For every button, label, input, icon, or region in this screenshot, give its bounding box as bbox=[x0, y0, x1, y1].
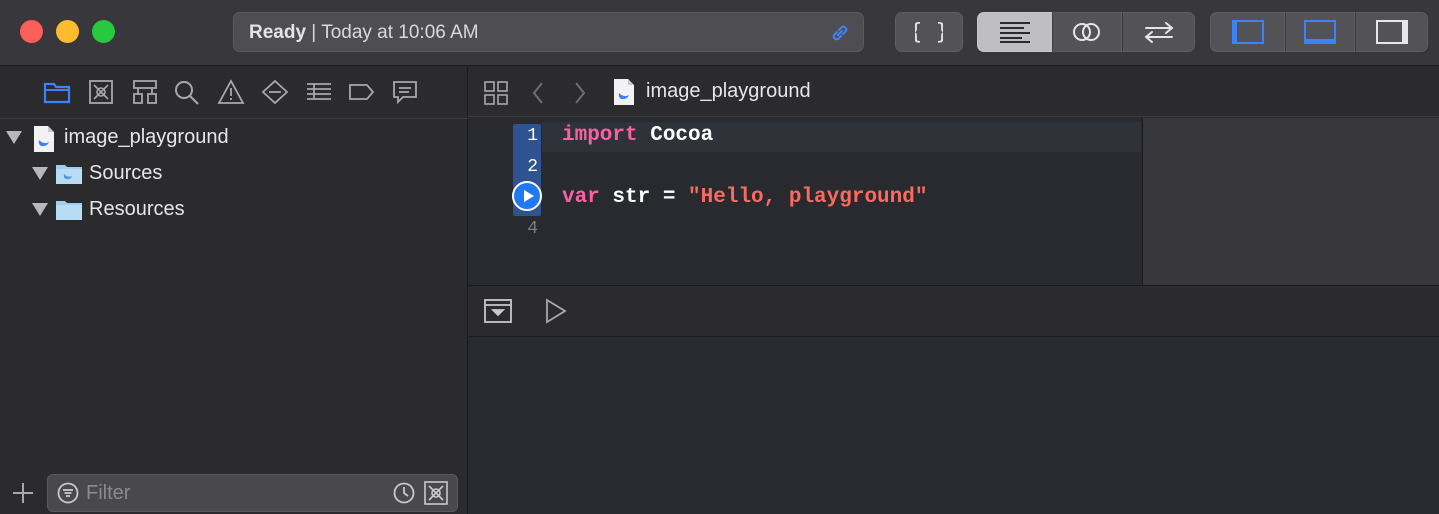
filter-field[interactable] bbox=[47, 474, 458, 512]
tree-item-label: Sources bbox=[89, 162, 163, 184]
clock-icon[interactable] bbox=[393, 482, 415, 504]
close-window-button[interactable] bbox=[20, 20, 43, 43]
link-icon[interactable] bbox=[829, 22, 851, 44]
tab-test-navigator[interactable] bbox=[260, 79, 290, 107]
navigator-footer bbox=[0, 468, 468, 514]
activity-status: Ready | Today at 10:06 AM bbox=[249, 22, 479, 44]
activity-status-bold: Ready bbox=[249, 22, 307, 43]
debug-navigator-icon bbox=[307, 83, 331, 100]
swift-file-icon bbox=[34, 126, 54, 152]
show-utilities-button[interactable] bbox=[1355, 12, 1428, 52]
folder-icon bbox=[56, 165, 82, 184]
activity-separator: | bbox=[306, 22, 322, 43]
show-navigator-button[interactable] bbox=[1210, 12, 1285, 52]
navigator-tab-bar bbox=[0, 67, 468, 119]
show-navigator-icon bbox=[1231, 20, 1264, 44]
standard-editor-button[interactable] bbox=[977, 12, 1052, 52]
results-sidebar bbox=[1142, 118, 1439, 285]
standard-editor-icon bbox=[999, 22, 1030, 43]
keyword-token: var bbox=[562, 186, 600, 209]
assistant-editor-icon bbox=[1073, 23, 1100, 41]
tree-item-resources[interactable]: Resources bbox=[0, 192, 468, 226]
find-navigator-icon bbox=[175, 81, 199, 105]
plus-icon[interactable] bbox=[12, 482, 34, 504]
run-playground-icon[interactable] bbox=[545, 298, 567, 324]
xcode-window: Ready | Today at 10:06 AM { } bbox=[0, 0, 1439, 514]
title-bar: Ready | Today at 10:06 AM { } bbox=[0, 0, 1439, 66]
project-navigator-icon bbox=[43, 82, 71, 104]
hide-debug-area-icon[interactable] bbox=[484, 299, 512, 323]
line-number: 4 bbox=[527, 219, 538, 239]
jump-bar-file[interactable]: image_playground bbox=[646, 80, 811, 103]
report-navigator-icon bbox=[393, 81, 417, 105]
jump-bar: image_playground bbox=[469, 67, 1439, 117]
string-token: "Hello, playground" bbox=[688, 186, 928, 209]
code-review-icon: { } bbox=[915, 20, 943, 45]
show-debug-area-icon bbox=[1304, 20, 1336, 44]
version-editor-button[interactable] bbox=[1122, 12, 1195, 52]
source-control-icon bbox=[89, 80, 113, 104]
code-review-button[interactable]: { } bbox=[895, 12, 963, 52]
activity-viewer: Ready | Today at 10:06 AM bbox=[233, 12, 864, 52]
line-number: 1 bbox=[527, 126, 538, 146]
minimize-window-button[interactable] bbox=[56, 20, 79, 43]
tree-item-project[interactable]: image_playground bbox=[0, 120, 468, 154]
issue-navigator-icon bbox=[217, 79, 245, 104]
tab-project-navigator[interactable] bbox=[42, 79, 72, 107]
disclosure-triangle-icon[interactable] bbox=[32, 167, 48, 180]
tab-symbol-navigator[interactable] bbox=[130, 79, 160, 107]
source-control-filter-icon[interactable] bbox=[424, 481, 448, 505]
code-token: Cocoa bbox=[637, 124, 714, 147]
show-utilities-icon bbox=[1375, 20, 1408, 44]
version-editor-icon bbox=[1143, 22, 1174, 43]
show-debug-area-button[interactable] bbox=[1285, 12, 1355, 52]
forward-chevron-icon[interactable] bbox=[573, 81, 587, 105]
filter-icon bbox=[57, 482, 79, 504]
svg-text:{ }: { } bbox=[915, 20, 943, 45]
code-editor[interactable]: 1 2 4 import Cocoa var str = "Hello, pla… bbox=[469, 118, 1141, 285]
disclosure-triangle-icon[interactable] bbox=[6, 131, 22, 144]
back-chevron-icon[interactable] bbox=[531, 81, 545, 105]
tree-item-label: image_playground bbox=[64, 126, 229, 148]
swift-file-icon bbox=[614, 79, 634, 105]
tab-breakpoint-navigator[interactable] bbox=[346, 79, 376, 107]
keyword-token: import bbox=[562, 124, 638, 147]
code-line: import Cocoa bbox=[562, 124, 713, 147]
code-token: str = bbox=[599, 186, 689, 209]
test-navigator-icon bbox=[261, 79, 289, 105]
tree-item-label: Resources bbox=[89, 198, 185, 220]
run-to-line-button[interactable] bbox=[512, 181, 542, 211]
debug-bar bbox=[469, 285, 1439, 337]
disclosure-triangle-icon[interactable] bbox=[32, 203, 48, 216]
symbol-navigator-icon bbox=[133, 80, 157, 104]
breakpoint-navigator-icon bbox=[349, 84, 375, 100]
editor-area: image_playground 1 2 4 import Cocoa var … bbox=[469, 67, 1439, 514]
console-area[interactable] bbox=[469, 337, 1439, 514]
code-line: var str = "Hello, playground" bbox=[562, 186, 927, 209]
tab-report-navigator[interactable] bbox=[390, 79, 420, 107]
folder-icon bbox=[56, 201, 82, 220]
tab-debug-navigator[interactable] bbox=[304, 79, 334, 107]
line-number: 2 bbox=[527, 157, 538, 177]
related-items-icon[interactable] bbox=[483, 80, 509, 106]
navigator-panel: image_playground Sources Resources bbox=[0, 67, 468, 514]
tree-item-sources[interactable]: Sources bbox=[0, 156, 468, 190]
filter-input[interactable] bbox=[86, 480, 386, 506]
zoom-window-button[interactable] bbox=[92, 20, 115, 43]
activity-status-text: Today at 10:06 AM bbox=[321, 22, 479, 43]
tab-issue-navigator[interactable] bbox=[216, 79, 246, 107]
tab-find-navigator[interactable] bbox=[172, 79, 202, 107]
assistant-editor-button[interactable] bbox=[1052, 12, 1122, 52]
tab-source-control[interactable] bbox=[86, 79, 116, 107]
